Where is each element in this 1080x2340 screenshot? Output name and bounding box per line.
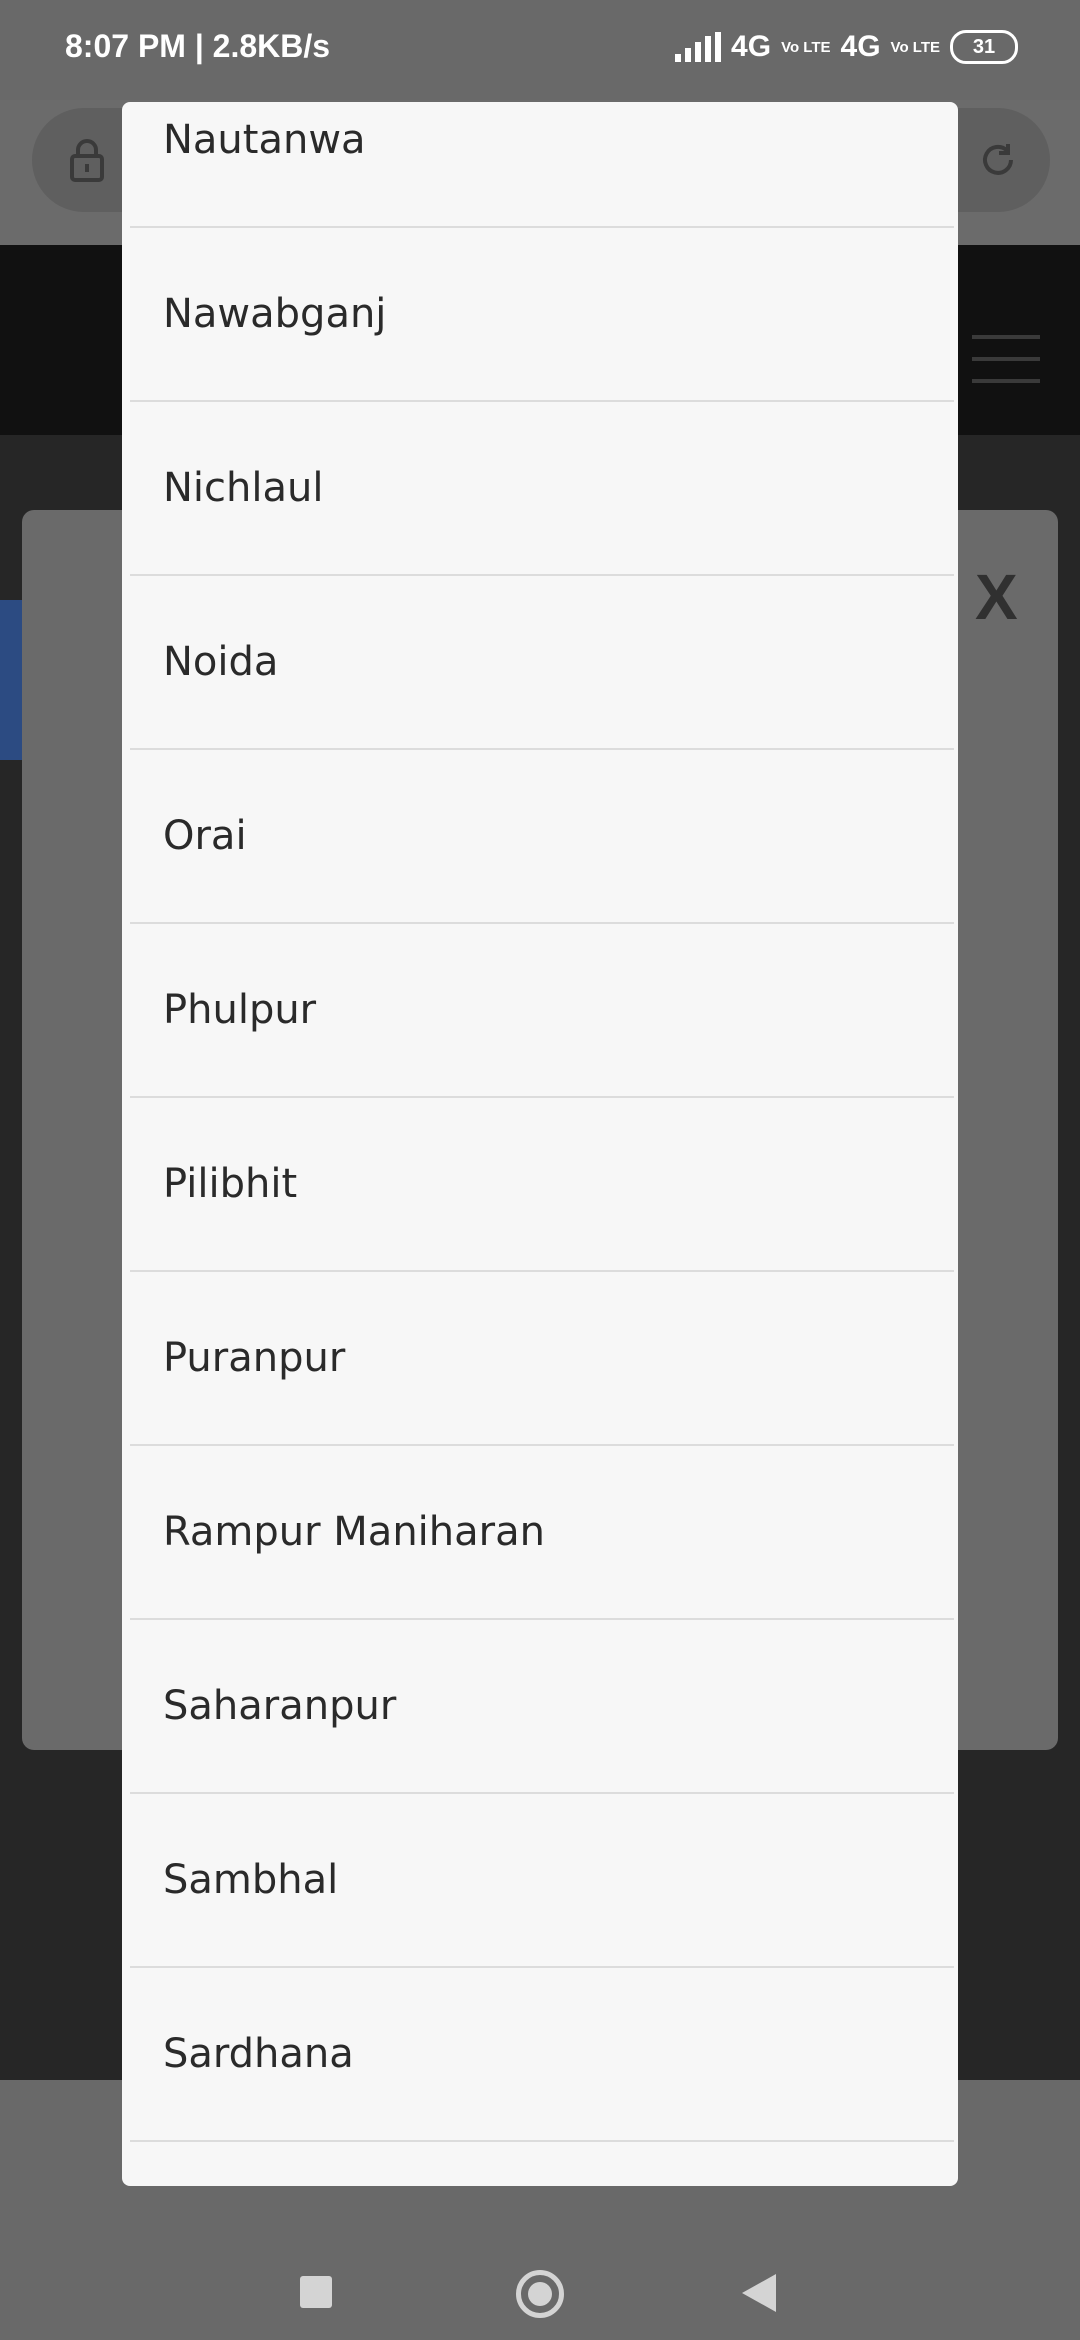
option-label: Puranpur: [163, 1335, 346, 1381]
option-label: Rampur Maniharan: [163, 1509, 545, 1555]
recents-icon[interactable]: [300, 2276, 332, 2308]
option-label: Sardhana: [163, 2031, 354, 2077]
system-nav-bar: [0, 2180, 1080, 2340]
status-indicators: 4G Vo LTE 4G Vo LTE 31: [675, 30, 1018, 64]
volte-badge-1: Vo LTE: [781, 38, 831, 56]
option-label: Nichlaul: [163, 465, 324, 511]
network-type-2: 4G: [840, 30, 881, 63]
dropdown-option[interactable]: Orai: [130, 750, 954, 924]
select-dropdown-dialog[interactable]: Nautanwa Nawabganj Nichlaul Noida Orai Phulpu…: [122, 102, 958, 2186]
dropdown-option[interactable]: Nautanwa: [130, 102, 954, 228]
dropdown-option[interactable]: Sambhal: [130, 1794, 954, 1968]
option-label: Saharanpur: [163, 1683, 397, 1729]
battery-icon: 31: [950, 30, 1018, 64]
dropdown-option[interactable]: Nichlaul: [130, 402, 954, 576]
dropdown-option[interactable]: Puranpur: [130, 1272, 954, 1446]
option-label: Nawabganj: [163, 291, 387, 337]
volte-badge-2: Vo LTE: [890, 38, 940, 56]
dropdown-option[interactable]: Pilibhit: [130, 1098, 954, 1272]
reload-icon[interactable]: [978, 140, 1018, 180]
option-label: Nautanwa: [163, 117, 366, 163]
back-icon[interactable]: [742, 2274, 776, 2312]
status-bar: 8:07 PM | 2.8KB/s 4G Vo LTE 4G Vo LTE 31: [0, 0, 1080, 100]
dropdown-option[interactable]: Sardhana: [130, 1968, 954, 2142]
lock-icon: [70, 139, 104, 182]
dropdown-option[interactable]: Rampur Maniharan: [130, 1446, 954, 1620]
status-time: 8:07 PM | 2.8KB/s: [65, 28, 331, 64]
hamburger-menu-icon[interactable]: [972, 335, 1040, 389]
option-list[interactable]: Nautanwa Nawabganj Nichlaul Noida Orai Phulpu…: [122, 102, 958, 2142]
option-label: Sambhal: [163, 1857, 339, 1903]
home-icon[interactable]: [516, 2270, 564, 2318]
option-label: Orai: [163, 813, 247, 859]
option-label: Noida: [163, 639, 279, 685]
background-blue-accent: [0, 600, 22, 760]
signal-icon: [675, 32, 722, 62]
option-label: Pilibhit: [163, 1161, 298, 1207]
network-type-1: 4G: [731, 30, 772, 63]
dropdown-option[interactable]: Saharanpur: [130, 1620, 954, 1794]
dropdown-option[interactable]: Phulpur: [130, 924, 954, 1098]
background-close-button[interactable]: X: [975, 560, 1018, 634]
dropdown-option[interactable]: Noida: [130, 576, 954, 750]
option-label: Phulpur: [163, 987, 317, 1033]
dropdown-option[interactable]: Nawabganj: [130, 228, 954, 402]
